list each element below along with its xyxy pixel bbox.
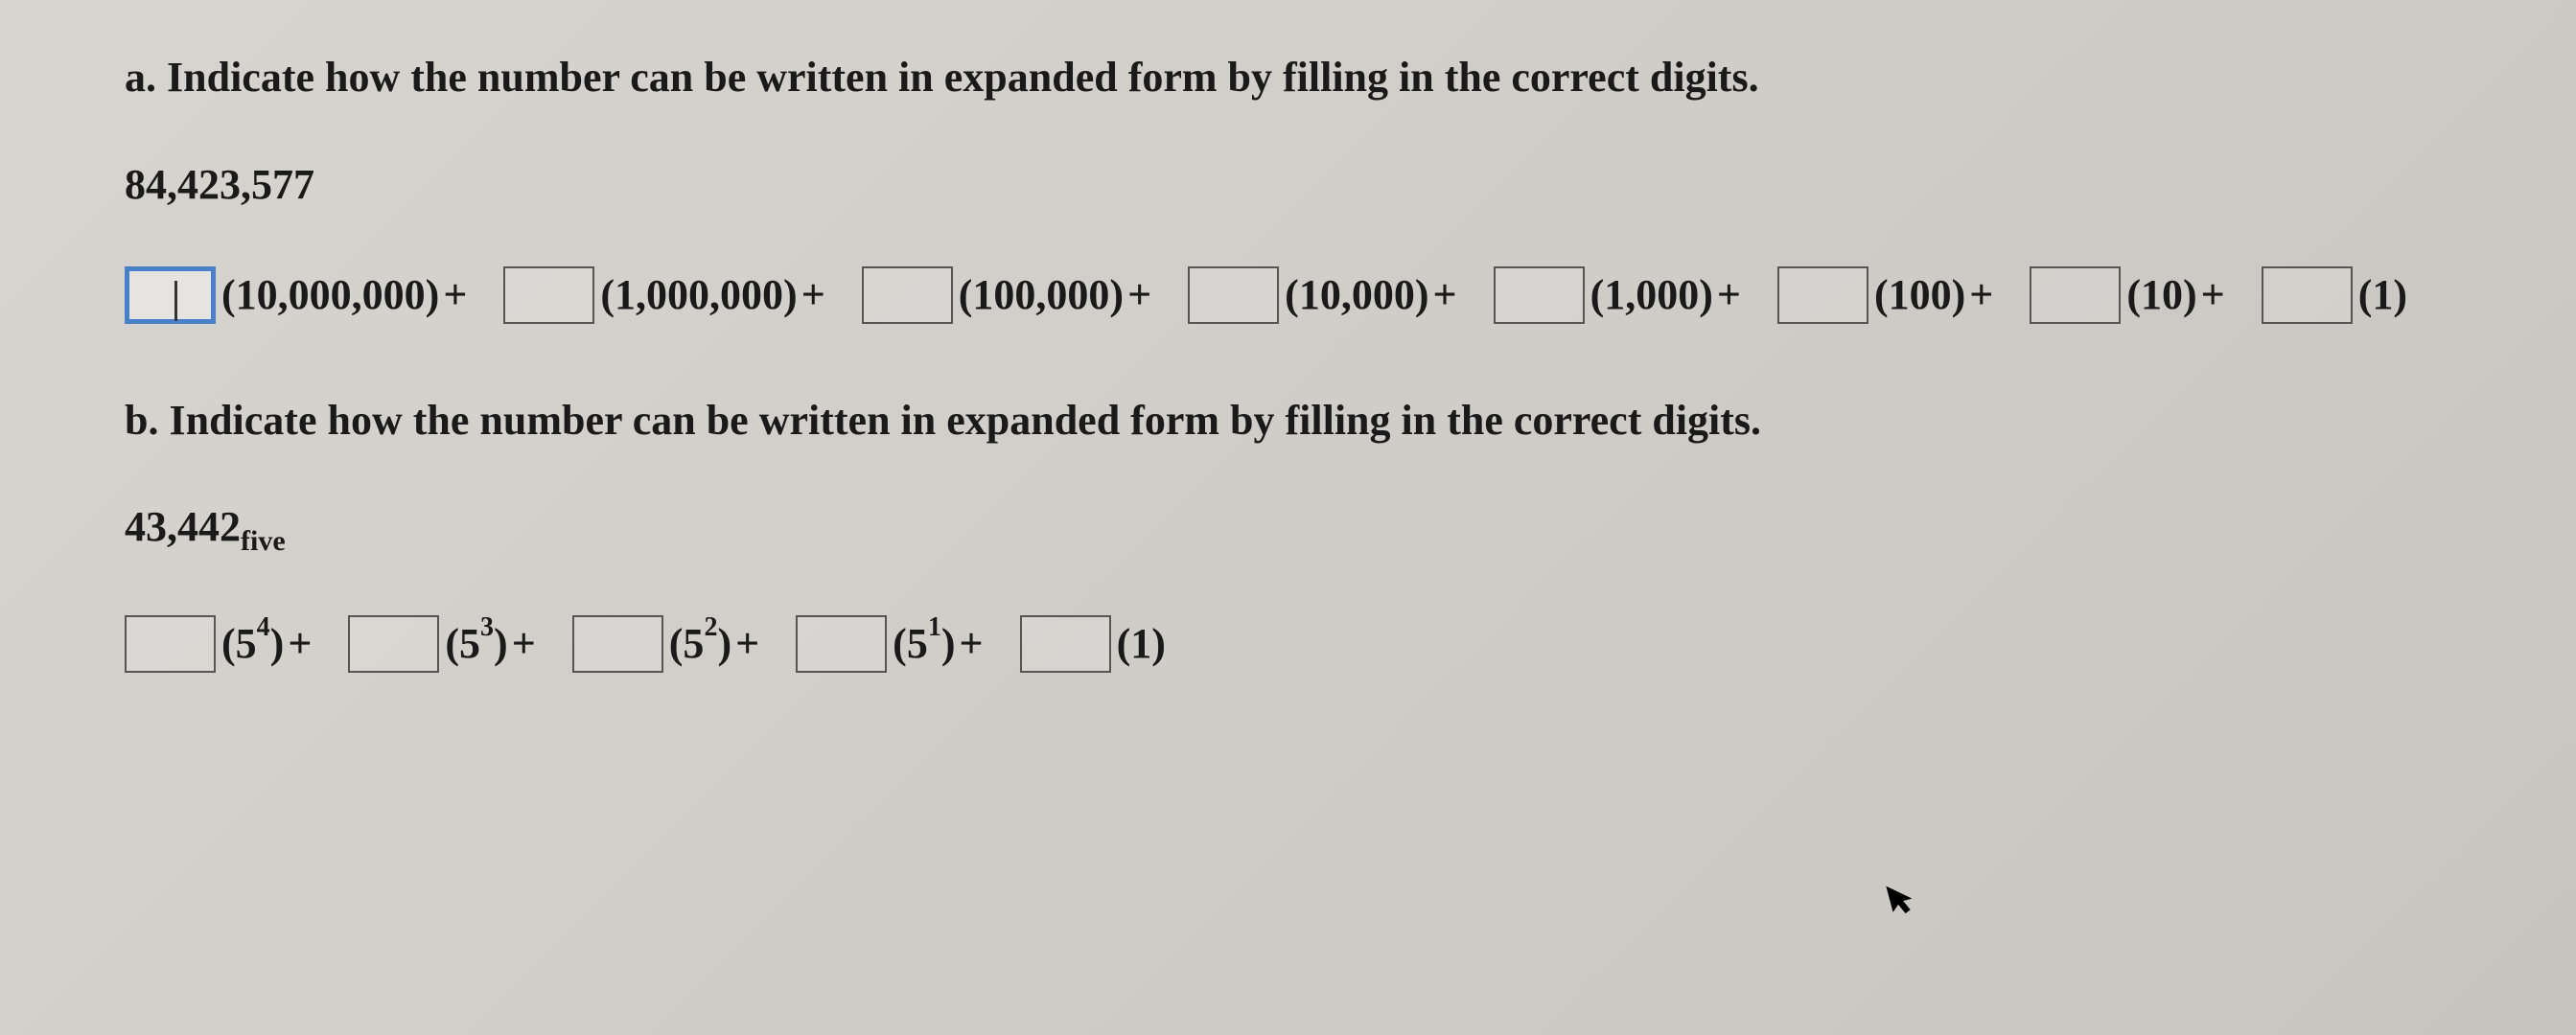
place-b-0: (54) [221,619,284,668]
plus-b-2: + [735,619,759,668]
question-b-expanded: (54) + (53) + (52) + (51) + (1) [125,615,2451,673]
input-b-3[interactable] [796,615,887,673]
place-a-2: (100,000) [959,270,1124,319]
plus-a-0: + [443,270,467,319]
question-b: b. Indicate how the number can be writte… [125,391,2451,673]
input-b-2[interactable] [572,615,663,673]
question-b-prompt: b. Indicate how the number can be writte… [125,391,2451,450]
term-a-3: (10,000) + [1188,266,1464,324]
plus-b-0: + [288,619,312,668]
term-a-2: (100,000) + [862,266,1159,324]
input-a-0[interactable] [125,266,216,324]
base-b-1: (5 [445,620,480,667]
close-b-2: ) [717,620,731,667]
input-a-2[interactable] [862,266,953,324]
input-a-4[interactable] [1494,266,1585,324]
term-a-5: (100) + [1777,266,2001,324]
term-b-3: (51) + [796,615,990,673]
close-b-0: ) [270,620,285,667]
input-a-3[interactable] [1188,266,1279,324]
place-a-3: (10,000) [1285,270,1428,319]
plus-b-1: + [512,619,536,668]
place-b-1: (53) [445,619,507,668]
input-b-0[interactable] [125,615,216,673]
exp-b-2: 2 [704,612,717,642]
question-a-expanded: (10,000,000) + (1,000,000) + (100,000) +… [125,266,2451,324]
text-cursor-icon [174,281,177,321]
plus-a-1: + [801,270,825,319]
place-b-4: (1) [1117,619,1166,668]
term-a-4: (1,000) + [1494,266,1749,324]
cursor-svg [1884,879,1918,919]
term-b-2: (52) + [572,615,767,673]
term-a-6: (10) + [2030,266,2232,324]
base-b-2: (5 [669,620,705,667]
term-a-7: (1) [2262,266,2407,324]
exp-b-0: 4 [257,612,270,642]
question-b-number-sub: five [241,525,286,557]
exp-b-1: 3 [480,612,494,642]
place-b-2: (52) [669,619,731,668]
input-a-1[interactable] [503,266,594,324]
term-b-4: (1) [1020,615,1166,673]
question-b-number: 43,442five [125,502,2451,558]
input-b-1[interactable] [348,615,439,673]
term-b-0: (54) + [125,615,319,673]
place-a-5: (100) [1874,270,1965,319]
base-b-4: (1) [1117,620,1166,667]
close-b-1: ) [494,620,508,667]
plus-a-3: + [1432,270,1456,319]
place-a-0: (10,000,000) [221,270,439,319]
place-a-7: (1) [2358,270,2407,319]
base-b-0: (5 [221,620,257,667]
plus-a-5: + [1969,270,1993,319]
place-b-3: (51) [893,619,955,668]
question-a-number: 84,423,577 [125,160,2451,209]
plus-b-3: + [959,619,983,668]
question-a-text: Indicate how the number can be written i… [167,54,1759,101]
close-b-3: ) [941,620,956,667]
question-b-label: b. [125,397,158,444]
input-a-6[interactable] [2030,266,2121,324]
term-b-1: (53) + [348,615,543,673]
question-b-text: Indicate how the number can be written i… [169,397,1761,444]
plus-a-2: + [1127,270,1151,319]
plus-a-4: + [1717,270,1741,319]
input-a-7[interactable] [2262,266,2353,324]
plus-a-6: + [2201,270,2225,319]
input-b-4[interactable] [1020,615,1111,673]
input-a-5[interactable] [1777,266,1868,324]
term-a-1: (1,000,000) + [503,266,832,324]
place-a-6: (10) [2126,270,2196,319]
mouse-cursor-icon [1884,879,1921,928]
question-b-number-main: 43,442 [125,503,241,550]
question-a-label: a. [125,54,156,101]
place-a-4: (1,000) [1590,270,1713,319]
place-a-1: (1,000,000) [600,270,797,319]
term-a-0: (10,000,000) + [125,266,475,324]
question-a-prompt: a. Indicate how the number can be writte… [125,48,2451,107]
question-a: a. Indicate how the number can be writte… [125,48,2451,324]
base-b-3: (5 [893,620,928,667]
exp-b-3: 1 [928,612,941,642]
